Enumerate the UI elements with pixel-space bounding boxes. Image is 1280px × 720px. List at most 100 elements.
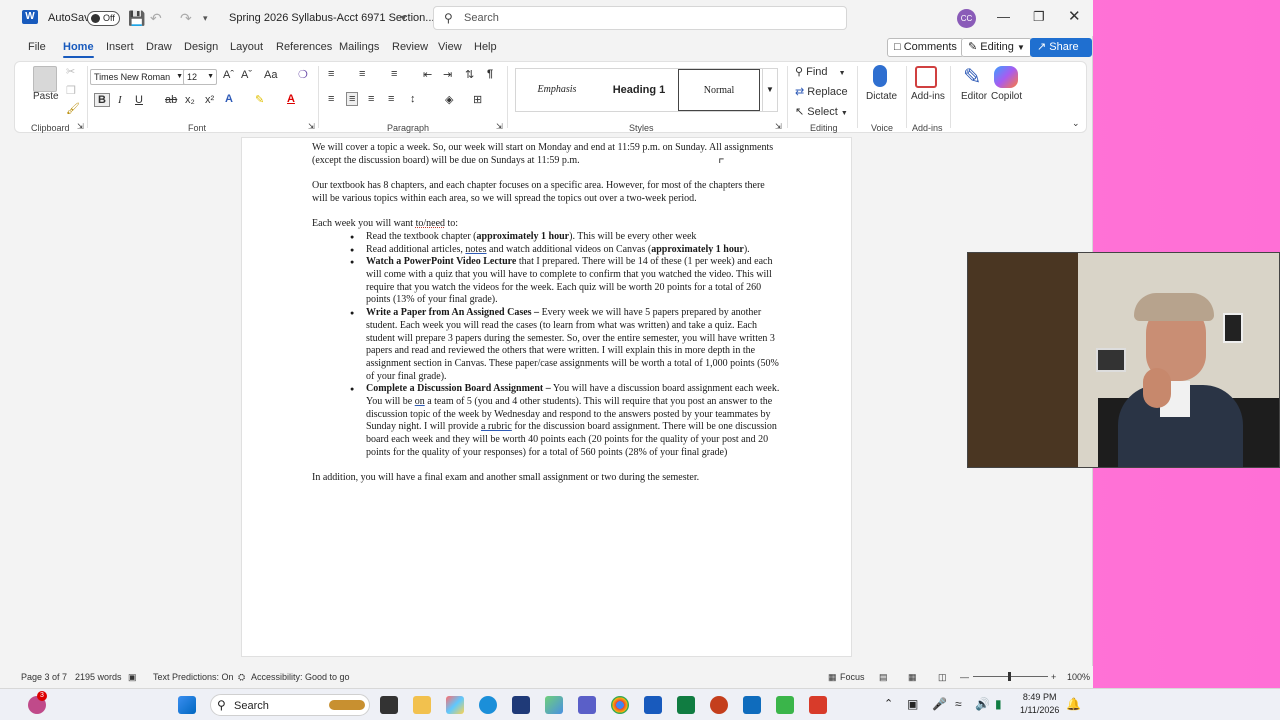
- tab-file[interactable]: File: [28, 41, 46, 53]
- volume-icon[interactable]: 🔊: [975, 697, 990, 711]
- editor-icon[interactable]: ✎: [963, 64, 981, 90]
- tab-view[interactable]: View: [438, 41, 462, 53]
- wifi-icon[interactable]: ≈: [955, 697, 962, 711]
- copilot-app-icon[interactable]: [446, 696, 464, 714]
- chevron-down-icon[interactable]: ▼: [399, 13, 408, 23]
- bullets-icon[interactable]: ≡: [328, 68, 334, 80]
- close-icon[interactable]: ✕: [1068, 7, 1081, 25]
- styles-more-icon[interactable]: ▼: [762, 69, 777, 111]
- undo-icon[interactable]: ↶: [150, 10, 162, 27]
- tab-layout[interactable]: Layout: [230, 41, 263, 53]
- outlook-app-icon[interactable]: [743, 696, 761, 714]
- editing-mode-button[interactable]: ✎ Editing ▼: [961, 38, 1032, 57]
- style-emphasis[interactable]: Emphasis: [516, 69, 598, 111]
- style-normal[interactable]: Normal: [678, 69, 760, 111]
- proofing-icon[interactable]: ▣: [128, 672, 137, 683]
- document-page[interactable]: We will cover a topic a week. So, our we…: [241, 137, 852, 657]
- copy-icon[interactable]: ❐: [66, 84, 76, 97]
- zoom-out-icon[interactable]: —: [960, 672, 969, 682]
- system-tray-icon[interactable]: ▣: [907, 697, 918, 711]
- task-view-icon[interactable]: [380, 696, 398, 714]
- read-mode-icon[interactable]: ▤: [879, 672, 888, 683]
- superscript-button[interactable]: x²: [205, 94, 214, 106]
- tab-help[interactable]: Help: [474, 41, 497, 53]
- font-size-select[interactable]: 12 ▼: [183, 69, 217, 85]
- accessibility-status[interactable]: Accessibility: Good to go: [251, 672, 350, 682]
- word-app-icon[interactable]: [644, 696, 662, 714]
- font-name-select[interactable]: Times New Roman ▼: [90, 69, 186, 85]
- teams-icon[interactable]: [578, 696, 596, 714]
- cut-icon[interactable]: ✂: [66, 65, 75, 78]
- find-button[interactable]: ⚲ Find ▼: [795, 65, 846, 78]
- font-color-icon[interactable]: A: [287, 93, 295, 105]
- tab-review[interactable]: Review: [392, 41, 428, 53]
- copilot-label[interactable]: Copilot: [991, 91, 1022, 102]
- shrink-font-icon[interactable]: Aˇ: [241, 69, 252, 81]
- red-app-icon[interactable]: [809, 696, 827, 714]
- tab-references[interactable]: References: [276, 41, 332, 53]
- collapse-ribbon-icon[interactable]: ⌄: [1072, 118, 1080, 129]
- dialog-launcher-icon[interactable]: ⇲: [308, 122, 315, 131]
- focus-button[interactable]: Focus: [840, 672, 865, 682]
- word-count[interactable]: 2195 words: [75, 672, 122, 682]
- paste-label[interactable]: Paste: [33, 91, 59, 102]
- print-layout-icon[interactable]: ▦: [908, 672, 917, 683]
- show-hidden-icons-icon[interactable]: ⌃: [884, 697, 893, 710]
- shading-icon[interactable]: ◈: [445, 93, 453, 106]
- italic-button[interactable]: I: [118, 94, 122, 106]
- photos-app-icon[interactable]: [545, 696, 563, 714]
- minimize-icon[interactable]: —: [997, 9, 1010, 24]
- change-case-icon[interactable]: Aa: [264, 69, 277, 81]
- borders-icon[interactable]: ⊞: [473, 93, 482, 106]
- avatar[interactable]: CC: [957, 9, 976, 28]
- microphone-icon[interactable]: [873, 65, 887, 87]
- copilot-icon[interactable]: [994, 66, 1018, 88]
- subscript-button[interactable]: x₂: [185, 94, 195, 106]
- customize-toolbar-icon[interactable]: ▾: [203, 13, 208, 24]
- multilevel-list-icon[interactable]: ≡: [391, 68, 397, 80]
- search-input[interactable]: ⚲ Search: [433, 6, 847, 30]
- zoom-in-icon[interactable]: +: [1051, 672, 1056, 682]
- document-body[interactable]: We will cover a topic a week. So, our we…: [312, 142, 782, 498]
- strikethrough-button[interactable]: ab: [165, 94, 177, 106]
- format-painter-icon[interactable]: 🖌: [66, 102, 80, 115]
- autosave-toggle[interactable]: Off: [87, 11, 120, 26]
- webcam-video-overlay[interactable]: [967, 252, 1280, 468]
- align-center-icon[interactable]: ≡: [346, 92, 359, 106]
- save-icon[interactable]: 💾: [128, 10, 145, 27]
- zoom-slider-thumb[interactable]: [1008, 672, 1011, 681]
- taskbar-clock[interactable]: 8:49 PM 1/11/2026: [1020, 691, 1059, 717]
- taskbar-search-input[interactable]: ⚲ Search: [210, 694, 370, 716]
- dialog-launcher-icon[interactable]: ⇲: [77, 122, 84, 131]
- comments-button[interactable]: □ Comments: [887, 38, 964, 57]
- tab-draw[interactable]: Draw: [146, 41, 172, 53]
- tab-insert[interactable]: Insert: [106, 41, 134, 53]
- clear-formatting-icon[interactable]: ❍: [298, 68, 308, 81]
- highlight-icon[interactable]: ✎: [255, 93, 264, 106]
- dictate-label[interactable]: Dictate: [866, 91, 897, 102]
- zoom-level[interactable]: 100%: [1067, 672, 1090, 682]
- dialog-launcher-icon[interactable]: ⇲: [775, 122, 782, 131]
- microphone-tray-icon[interactable]: 🎤: [932, 697, 947, 711]
- file-explorer-icon[interactable]: [413, 696, 431, 714]
- add-ins-label[interactable]: Add-ins: [911, 91, 945, 102]
- grow-font-icon[interactable]: Aˆ: [223, 69, 234, 81]
- notifications-bell-icon[interactable]: 🔔: [1066, 697, 1081, 711]
- line-spacing-icon[interactable]: ↕: [410, 93, 416, 105]
- editor-label[interactable]: Editor: [961, 91, 987, 102]
- underline-button[interactable]: U: [135, 94, 143, 106]
- show-formatting-icon[interactable]: ¶: [487, 68, 493, 80]
- tab-home[interactable]: Home: [63, 41, 94, 58]
- text-effects-icon[interactable]: A: [225, 93, 233, 105]
- tab-design[interactable]: Design: [184, 41, 218, 53]
- page-count[interactable]: Page 3 of 7: [21, 672, 67, 682]
- align-right-icon[interactable]: ≡: [368, 93, 374, 105]
- add-ins-icon[interactable]: [915, 66, 937, 88]
- sort-icon[interactable]: ⇅: [465, 68, 474, 81]
- store-icon[interactable]: [512, 696, 530, 714]
- select-button[interactable]: ↖ Select ▼: [795, 105, 848, 118]
- tab-mailings[interactable]: Mailings: [339, 41, 379, 53]
- web-layout-icon[interactable]: ◫: [938, 672, 947, 683]
- share-button[interactable]: ↗ Share ▼: [1030, 38, 1092, 69]
- excel-app-icon[interactable]: [677, 696, 695, 714]
